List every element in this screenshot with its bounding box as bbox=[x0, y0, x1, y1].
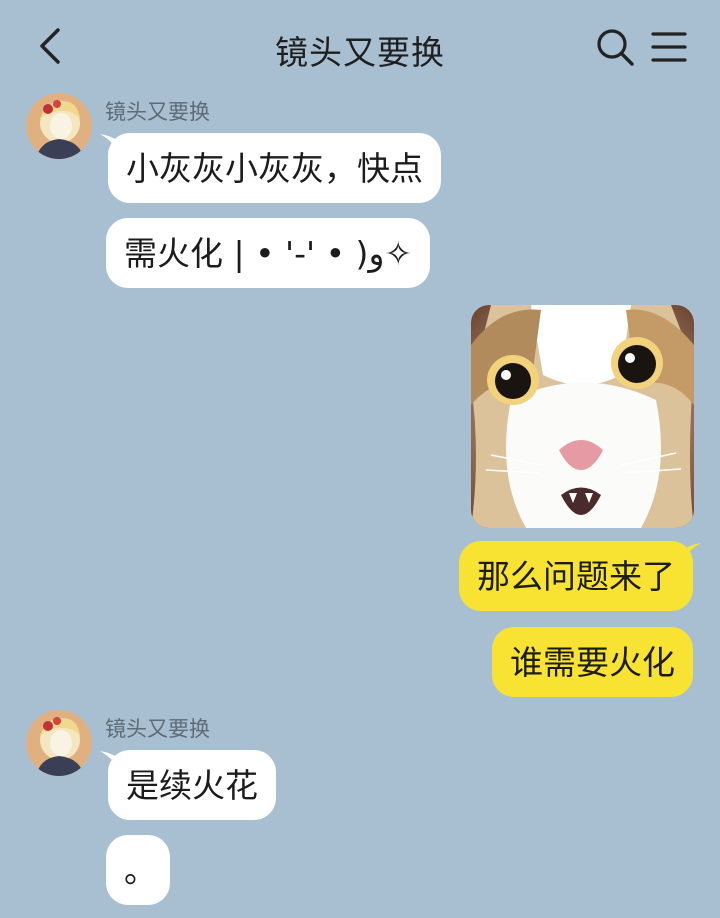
message-text: 。 bbox=[124, 850, 157, 890]
cat-photo[interactable] bbox=[471, 305, 694, 528]
bubble-tail bbox=[681, 543, 701, 563]
message-bubble[interactable]: 那么问题来了 bbox=[459, 541, 693, 611]
search-icon bbox=[597, 29, 634, 66]
message-bubble[interactable]: 是续火花 bbox=[108, 750, 276, 820]
chat-header: 镜头又要换 bbox=[0, 0, 720, 92]
sender-name: 镜头又要换 bbox=[105, 717, 210, 741]
avatar[interactable] bbox=[26, 93, 92, 159]
message-bubble[interactable]: 小灰灰小灰灰，快点 bbox=[108, 133, 441, 203]
message-bubble[interactable]: 。 bbox=[106, 835, 170, 905]
message-text: 是续火花 bbox=[126, 765, 258, 805]
menu-icon bbox=[651, 32, 687, 62]
message-text: 那么问题来了 bbox=[477, 556, 675, 596]
avatar[interactable] bbox=[26, 710, 92, 776]
message-text: 小灰灰小灰灰，快点 bbox=[126, 148, 423, 188]
message-bubble[interactable]: 谁需要火化 bbox=[492, 627, 693, 697]
message-text: 谁需要火化 bbox=[510, 642, 675, 682]
search-button[interactable] bbox=[594, 26, 636, 68]
message-text: 需火化 | • '-' • )و✧ bbox=[124, 233, 413, 273]
sender-name: 镜头又要换 bbox=[105, 100, 210, 124]
message-bubble[interactable]: 需火化 | • '-' • )و✧ bbox=[106, 218, 431, 288]
menu-button[interactable] bbox=[650, 28, 688, 66]
